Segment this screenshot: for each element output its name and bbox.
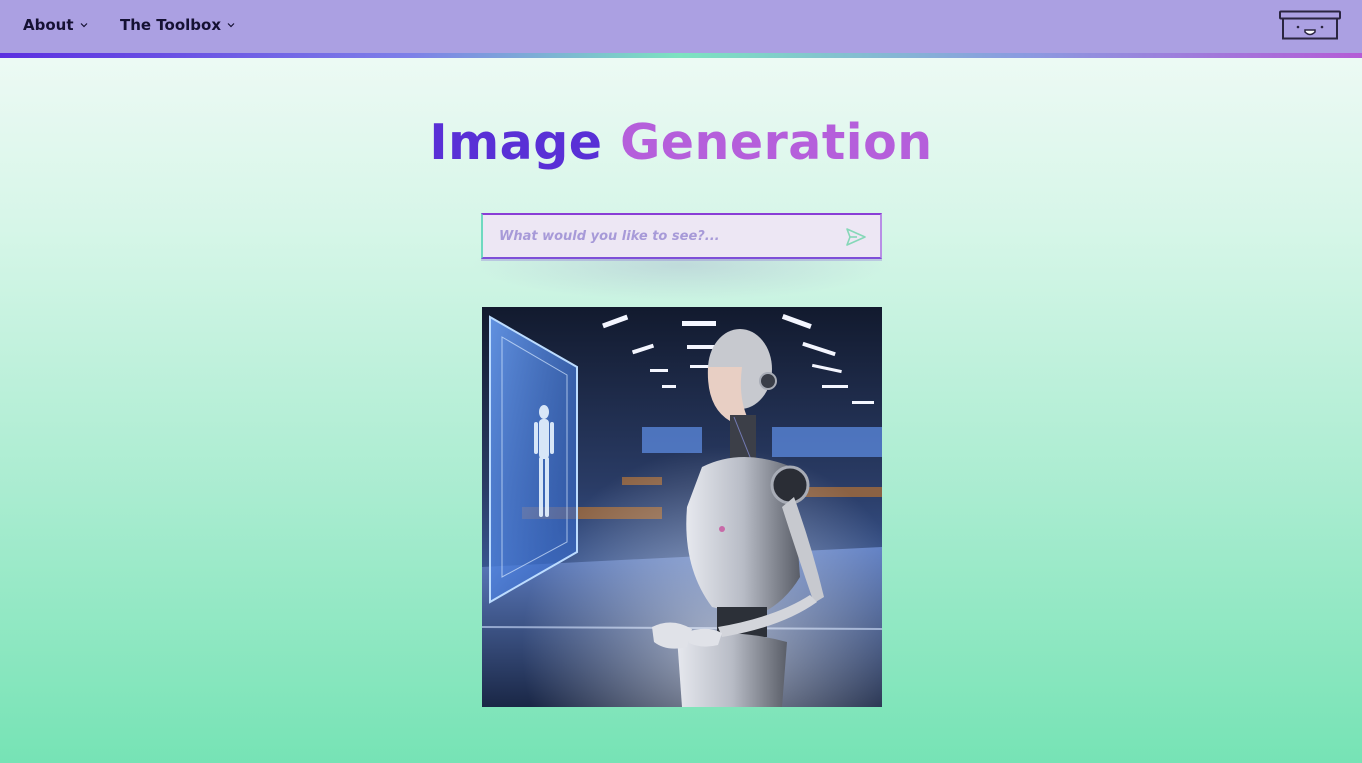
- prompt-input[interactable]: [499, 215, 819, 257]
- generated-image: [482, 307, 882, 707]
- topbar-accent-stripe: [0, 53, 1362, 58]
- chevron-down-icon: [80, 23, 87, 28]
- nav-item-toolbox-label: The Toolbox: [120, 16, 222, 34]
- page-title-word-2: Generation: [620, 114, 933, 171]
- box-face-icon[interactable]: [1279, 10, 1341, 40]
- top-navigation-bar: About The Toolbox: [0, 0, 1362, 53]
- page-title-word-1: Image: [429, 114, 603, 171]
- nav-item-about-label: About: [23, 16, 74, 34]
- nav-item-toolbox[interactable]: The Toolbox: [120, 14, 235, 36]
- prompt-search-bar: [481, 213, 882, 259]
- nav-item-about[interactable]: About: [23, 14, 88, 36]
- chevron-down-icon: [227, 23, 235, 28]
- send-icon[interactable]: [845, 227, 867, 247]
- generated-image-robot-illustration: [482, 307, 882, 707]
- page-title: Image Generation: [0, 114, 1362, 171]
